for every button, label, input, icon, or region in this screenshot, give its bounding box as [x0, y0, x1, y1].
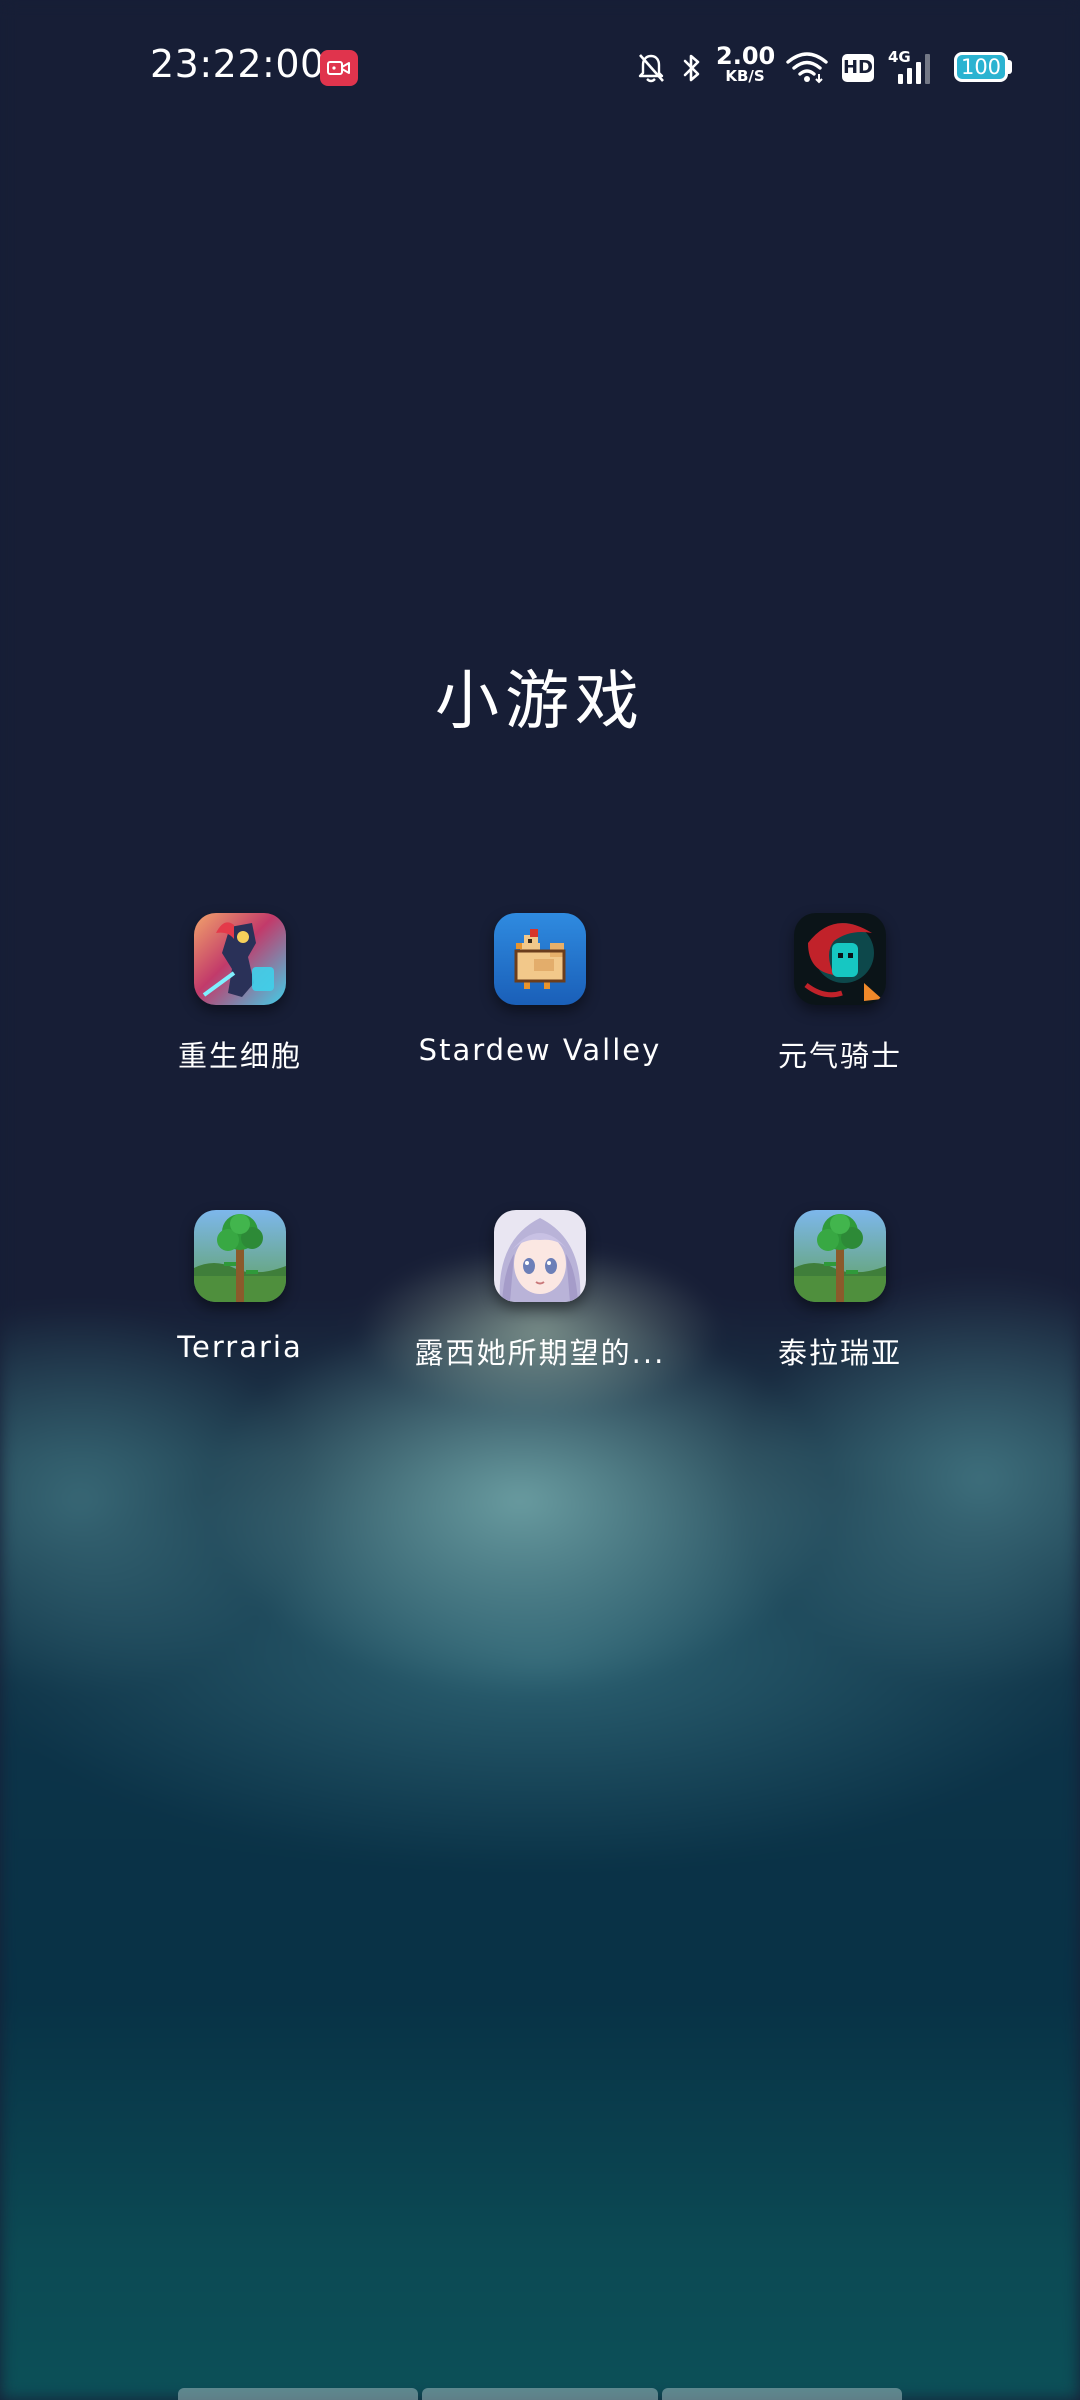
nav-handle-center[interactable] [422, 2388, 658, 2400]
status-time: 23:22:00 [150, 42, 325, 86]
stardew-valley-chicken-icon[interactable] [494, 913, 586, 1005]
terraria-tree-icon[interactable] [194, 1210, 286, 1302]
app-label: 重生细胞 [177, 1039, 302, 1073]
app-terraria[interactable]: Terraria [90, 1210, 390, 1440]
network-speed: 2.00 KB/S [716, 42, 776, 85]
app-label: 元气骑士 [777, 1039, 902, 1073]
app-terraria-cn[interactable]: 泰拉瑞亚 [690, 1210, 990, 1440]
hd-icon: HD [842, 54, 874, 82]
screen-record-icon[interactable] [320, 50, 358, 86]
anime-girl-icon[interactable] [494, 1210, 586, 1302]
app-lucy-visual-novel[interactable]: 露西她所期望的... [390, 1210, 690, 1440]
folder-title[interactable]: 小游戏 [0, 650, 1080, 742]
bluetooth-icon [683, 54, 700, 82]
network-speed-unit: KB/S [725, 67, 765, 85]
home-screen: 23:22:00 2.00 KB/S HD 4G 100 小游戏 重生细胞 St… [0, 0, 1080, 2400]
terraria-tree-icon[interactable] [794, 1210, 886, 1302]
status-bar: 23:22:00 2.00 KB/S HD 4G 100 [0, 0, 1080, 130]
wifi-icon [786, 52, 828, 84]
app-label: 泰拉瑞亚 [777, 1336, 902, 1370]
wallpaper [0, 0, 1080, 2400]
signal-icon: 4G [888, 48, 936, 86]
mute-bell-icon [638, 54, 664, 83]
nav-handle-right[interactable] [662, 2388, 902, 2400]
battery-level: 100 [960, 55, 1002, 79]
app-label: Terraria [177, 1330, 303, 1364]
network-speed-value: 2.00 [716, 42, 776, 70]
dead-cells-icon[interactable] [194, 913, 286, 1005]
app-label: Stardew Valley [418, 1033, 662, 1067]
app-label: 露西她所期望的... [414, 1336, 666, 1370]
app-soul-knight[interactable]: 元气骑士 [690, 913, 990, 1143]
nav-handle-left[interactable] [178, 2388, 418, 2400]
soul-knight-icon[interactable] [794, 913, 886, 1005]
app-dead-cells[interactable]: 重生细胞 [90, 913, 390, 1143]
app-stardew-valley[interactable]: Stardew Valley [390, 913, 690, 1143]
battery-tip [1008, 60, 1012, 74]
